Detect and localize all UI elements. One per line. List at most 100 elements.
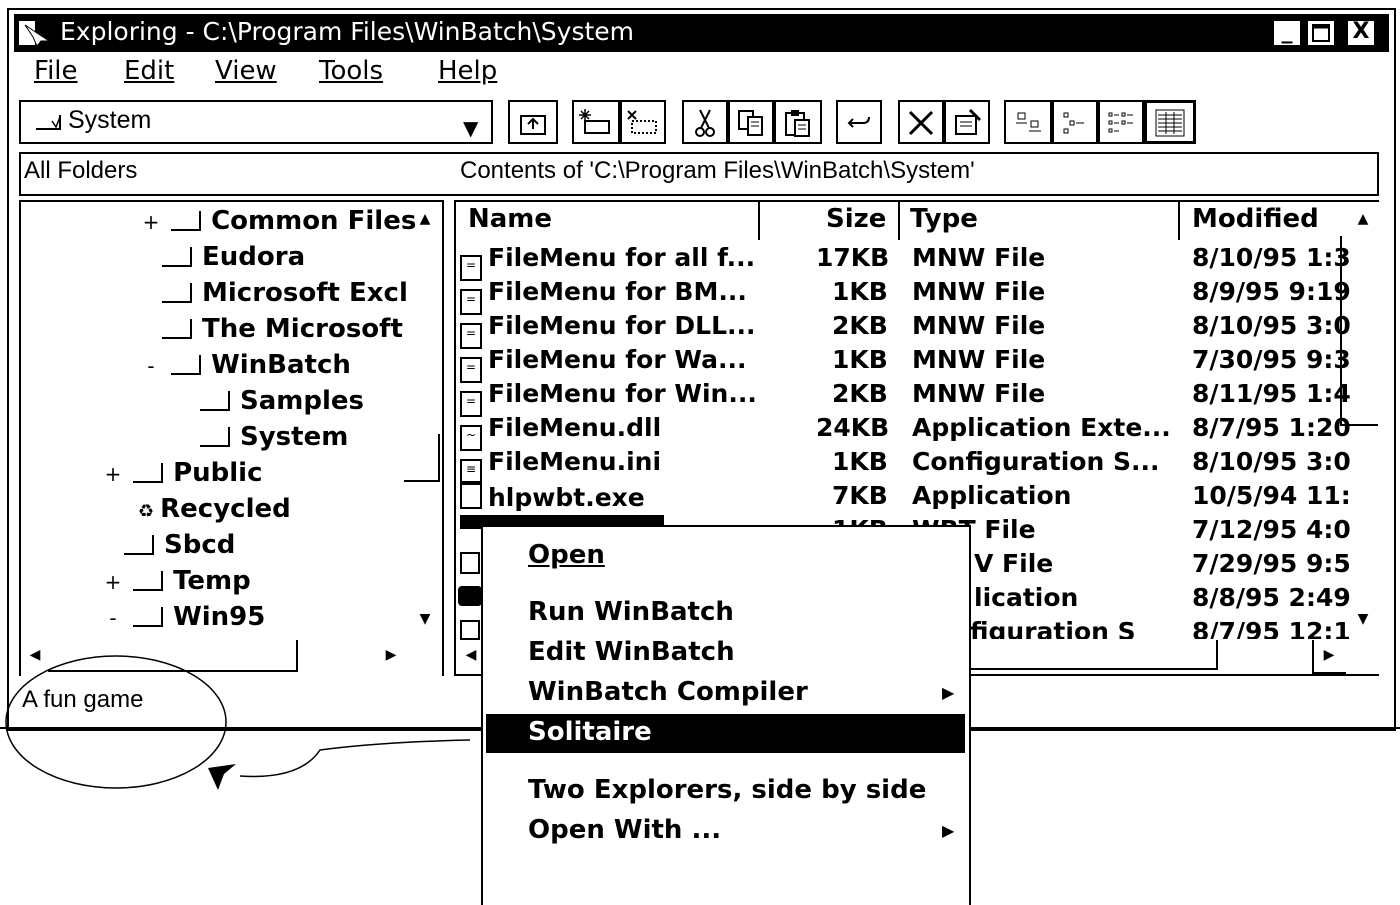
file-modified: 8/8/95 2:49	[1192, 583, 1351, 612]
list-row[interactable]: = FileMenu for BM...	[460, 277, 747, 315]
tree-item-label: Samples	[240, 386, 364, 416]
list-scroll-up-icon[interactable]: ▲	[1350, 206, 1376, 232]
cards-icon	[458, 586, 482, 606]
file-type: MNW File	[912, 277, 1046, 306]
menu-tools[interactable]: Tools	[319, 56, 383, 86]
menu-help[interactable]: Help	[438, 56, 497, 86]
file-type: V File	[974, 549, 1054, 578]
delete-button[interactable]	[898, 100, 944, 144]
file-type: MNW File	[912, 345, 1046, 374]
open-folder-icon	[34, 112, 62, 136]
collapse-minus-icon[interactable]: -	[140, 354, 162, 378]
dropdown-arrow-icon[interactable]: ▼	[463, 116, 478, 140]
file-modified: 8/11/95 1:4	[1192, 379, 1351, 408]
list-row[interactable]: hlpwbt.exe	[460, 481, 645, 515]
menu-edit-label: Edit	[124, 56, 175, 86]
file-size: 2KB	[832, 311, 888, 340]
document-icon	[460, 552, 480, 574]
map-drive-button[interactable]	[572, 100, 620, 144]
menu-item-edit-winbatch[interactable]: Edit WinBatch	[528, 637, 735, 667]
tree-item-public[interactable]: + Public	[102, 458, 263, 488]
file-modified: 7/29/95 9:5	[1192, 549, 1351, 578]
expand-plus-icon[interactable]: +	[102, 570, 124, 594]
maximize-button[interactable]	[1306, 19, 1336, 47]
list-row[interactable]: = FileMenu for Win...	[460, 379, 757, 417]
tree-item-system[interactable]: System	[200, 422, 348, 452]
list-row[interactable]: = FileMenu for all f...	[460, 243, 755, 281]
tree-item-label: Recycled	[160, 494, 291, 524]
list-view-button[interactable]	[1098, 100, 1144, 144]
disconnect-drive-button[interactable]	[620, 100, 666, 144]
tree-scroll-down-icon[interactable]: ▼	[412, 606, 438, 632]
column-divider[interactable]	[1178, 202, 1180, 240]
menu-view[interactable]: View	[215, 56, 277, 86]
column-header-modified[interactable]: Modified	[1192, 204, 1319, 240]
file-modified: 8/7/95 1:20	[1192, 413, 1351, 442]
menu-item-run-winbatch[interactable]: Run WinBatch	[528, 597, 734, 627]
folder-icon	[162, 247, 192, 267]
callout-annotation	[0, 650, 480, 800]
list-row[interactable]: = FileMenu for DLL...	[460, 311, 756, 349]
small-icons-icon	[1063, 112, 1084, 134]
file-name: FileMenu for Win...	[488, 379, 757, 408]
list-row[interactable]: ≡ FileMenu.ini	[460, 447, 661, 485]
explorer-app-icon[interactable]	[19, 19, 53, 47]
tree-item-recycled[interactable]: ♻ Recycled	[138, 494, 291, 524]
list-hscroll-thumb[interactable]	[970, 640, 1218, 670]
file-size: 1KB	[832, 345, 888, 374]
column-header-size[interactable]: Size	[826, 204, 886, 240]
undo-button[interactable]	[836, 100, 882, 144]
window-title: Exploring - C:\Program Files\WinBatch\Sy…	[60, 17, 635, 46]
collapse-minus-icon[interactable]: -	[102, 606, 124, 630]
tree-item-label: WinBatch	[211, 350, 351, 380]
small-icons-button[interactable]	[1052, 100, 1098, 144]
properties-button[interactable]	[944, 100, 990, 144]
tree-item-win95[interactable]: - Win95	[102, 602, 265, 632]
menu-item-open-with[interactable]: Open With ...	[528, 815, 721, 845]
cut-button[interactable]	[682, 100, 728, 144]
tree-item-microsoft-excel[interactable]: Microsoft Excl	[162, 278, 408, 308]
column-divider[interactable]	[898, 202, 900, 240]
details-icon	[1155, 109, 1185, 137]
tree-item-label: Win95	[173, 602, 266, 632]
paste-button[interactable]	[774, 100, 822, 144]
folder-icon	[162, 319, 192, 339]
column-divider[interactable]	[758, 202, 760, 240]
open-folder-icon	[200, 427, 230, 447]
list-scroll-down-icon[interactable]: ▼	[1350, 606, 1376, 632]
tree-item-the-microsoft[interactable]: The Microsoft	[162, 314, 403, 344]
menu-item-solitaire[interactable]: Solitaire	[528, 717, 652, 747]
list-row[interactable]: ~ FileMenu.dll	[460, 413, 661, 451]
file-size: 24KB	[816, 413, 890, 442]
menu-item-two-explorers[interactable]: Two Explorers, side by side	[528, 775, 926, 805]
file-modified: 10/5/94 11:	[1192, 481, 1351, 510]
tree-vscroll-thumb[interactable]	[404, 434, 440, 482]
tree-item-eudora[interactable]: Eudora	[162, 242, 305, 272]
tree-item-samples[interactable]: Samples	[200, 386, 364, 416]
expand-plus-icon[interactable]: +	[140, 210, 162, 234]
menu-item-open[interactable]: Open	[528, 540, 605, 570]
file-type: Application Exte...	[912, 413, 1171, 442]
copy-button[interactable]	[728, 100, 774, 144]
tree-item-label: Microsoft Excl	[202, 278, 408, 308]
column-header-type[interactable]: Type	[910, 204, 978, 240]
menu-help-label: Help	[438, 56, 498, 86]
details-view-button[interactable]	[1144, 100, 1196, 144]
tree-item-winbatch[interactable]: - WinBatch	[140, 350, 351, 380]
menu-item-winbatch-compiler[interactable]: WinBatch Compiler	[528, 677, 808, 707]
tree-item-label: Eudora	[202, 242, 306, 272]
large-icons-button[interactable]	[1004, 100, 1052, 144]
column-header-name[interactable]: Name	[468, 204, 552, 240]
tree-scroll-up-icon[interactable]: ▲	[412, 206, 438, 232]
minimize-button[interactable]: _	[1272, 19, 1302, 47]
expand-plus-icon[interactable]: +	[102, 462, 124, 486]
tree-item-sbcd[interactable]: Sbcd	[124, 530, 235, 560]
close-button[interactable]: X	[1346, 19, 1376, 47]
tree-item-temp[interactable]: + Temp	[102, 566, 251, 596]
list-row[interactable]: = FileMenu for Wa...	[460, 345, 746, 383]
menu-file[interactable]: File	[34, 56, 78, 86]
file-modified: 8/10/95 3:0	[1192, 311, 1351, 340]
up-folder-button[interactable]	[508, 100, 558, 144]
menu-edit[interactable]: Edit	[124, 56, 174, 86]
tree-item-common-files[interactable]: + Common Files	[140, 206, 417, 236]
